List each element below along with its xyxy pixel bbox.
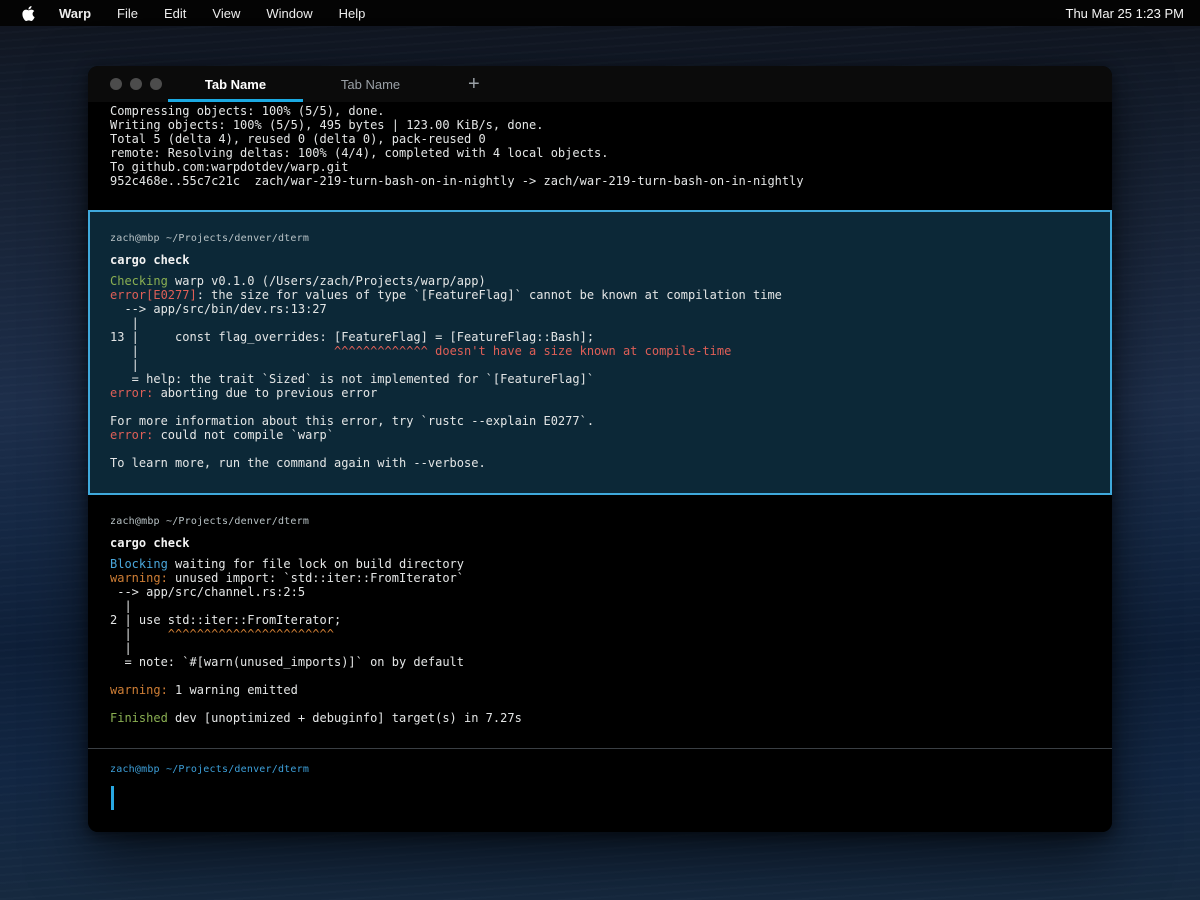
desktop-wallpaper: Warp File Edit View Window Help Thu Mar 25 1:…: [0, 0, 1200, 900]
output-line: |: [110, 316, 1090, 330]
terminal-block-git-push-output[interactable]: Compressing objects: 100% (5/5), done.Wr…: [88, 102, 1112, 188]
minimize-button[interactable]: [130, 78, 142, 90]
output-line: |: [110, 358, 1090, 372]
output-git-push-output: Compressing objects: 100% (5/5), done.Wr…: [110, 104, 1092, 188]
output-line: | ^^^^^^^^^^^^^^^^^^^^^^^: [110, 627, 1092, 641]
tab-1-active[interactable]: Tab Name: [168, 66, 303, 102]
output-line: [110, 400, 1090, 414]
output-line: |: [110, 599, 1092, 613]
output-line: [110, 442, 1090, 456]
command-cargo-check-error: cargo check: [110, 253, 1090, 267]
output-cargo-check-error: Checking warp v0.1.0 (/Users/zach/Projec…: [110, 274, 1090, 470]
output-line: 952c468e..55c7c21c zach/war-219-turn-bas…: [110, 174, 1092, 188]
prompt-cargo-check-warning: zach@mbp ~/Projects/denver/dterm: [110, 515, 1092, 529]
terminal-block-current-prompt[interactable]: zach@mbp ~/Projects/denver/dterm: [88, 748, 1112, 830]
output-line: For more information about this error, t…: [110, 414, 1090, 428]
menu-items: Warp File Edit View Window Help: [59, 6, 365, 21]
output-line: error[E0277]: the size for values of typ…: [110, 288, 1090, 302]
output-line: remote: Resolving deltas: 100% (4/4), co…: [110, 146, 1092, 160]
warp-terminal-window: Tab NameTab Name + Compressing objects: …: [88, 66, 1112, 832]
tabs: Tab NameTab Name: [168, 66, 438, 102]
output-line: Compressing objects: 100% (5/5), done.: [110, 104, 1092, 118]
prompt-current-prompt: zach@mbp ~/Projects/denver/dterm: [110, 763, 1092, 777]
output-line: [110, 669, 1092, 683]
zoom-button[interactable]: [150, 78, 162, 90]
menu-item-edit[interactable]: Edit: [164, 6, 186, 21]
output-line: = help: the trait `Sized` is not impleme…: [110, 372, 1090, 386]
menu-bar: Warp File Edit View Window Help Thu Mar 25 1:…: [0, 0, 1200, 26]
menu-item-help[interactable]: Help: [339, 6, 366, 21]
output-line: | ^^^^^^^^^^^^^ doesn't have a size know…: [110, 344, 1090, 358]
prompt-cargo-check-error: zach@mbp ~/Projects/denver/dterm: [110, 232, 1090, 246]
apple-menu-icon[interactable]: [22, 6, 35, 21]
text-cursor: [111, 786, 114, 810]
output-line: 2 | use std::iter::FromIterator;: [110, 613, 1092, 627]
output-line: To github.com:warpdotdev/warp.git: [110, 160, 1092, 174]
output-line: --> app/src/bin/dev.rs:13:27: [110, 302, 1090, 316]
command-cargo-check-warning: cargo check: [110, 536, 1092, 550]
menu-item-view[interactable]: View: [212, 6, 240, 21]
tab-bar: Tab NameTab Name +: [88, 66, 1112, 102]
terminal-content[interactable]: Compressing objects: 100% (5/5), done.Wr…: [88, 102, 1112, 832]
terminal-block-cargo-check-error[interactable]: zach@mbp ~/Projects/denver/dterm cargo ch…: [88, 210, 1112, 495]
output-line: |: [110, 641, 1092, 655]
output-line: Finished dev [unoptimized + debuginfo] t…: [110, 711, 1092, 725]
output-line: error: aborting due to previous error: [110, 386, 1090, 400]
close-button[interactable]: [110, 78, 122, 90]
output-line: error: could not compile `warp`: [110, 428, 1090, 442]
output-line: Checking warp v0.1.0 (/Users/zach/Projec…: [110, 274, 1090, 288]
output-line: warning: unused import: `std::iter::From…: [110, 571, 1092, 585]
menu-item-file[interactable]: File: [117, 6, 138, 21]
output-line: Total 5 (delta 4), reused 0 (delta 0), p…: [110, 132, 1092, 146]
output-line: = note: `#[warn(unused_imports)]` on by …: [110, 655, 1092, 669]
new-tab-button[interactable]: +: [468, 66, 480, 102]
output-line: To learn more, run the command again wit…: [110, 456, 1090, 470]
tab-2[interactable]: Tab Name: [303, 66, 438, 102]
output-line: Blocking waiting for file lock on build …: [110, 557, 1092, 571]
output-cargo-check-warning: Blocking waiting for file lock on build …: [110, 557, 1092, 725]
output-line: warning: 1 warning emitted: [110, 683, 1092, 697]
output-line: Writing objects: 100% (5/5), 495 bytes |…: [110, 118, 1092, 132]
traffic-lights: [88, 66, 168, 102]
menu-item-warp[interactable]: Warp: [59, 6, 91, 21]
output-line: --> app/src/channel.rs:2:5: [110, 585, 1092, 599]
menu-item-window[interactable]: Window: [266, 6, 312, 21]
output-line: 13 | const flag_overrides: [FeatureFlag]…: [110, 330, 1090, 344]
output-line: [110, 697, 1092, 711]
menu-clock[interactable]: Thu Mar 25 1:23 PM: [1066, 6, 1185, 21]
terminal-block-cargo-check-warning[interactable]: zach@mbp ~/Projects/denver/dterm cargo ch…: [88, 495, 1112, 748]
